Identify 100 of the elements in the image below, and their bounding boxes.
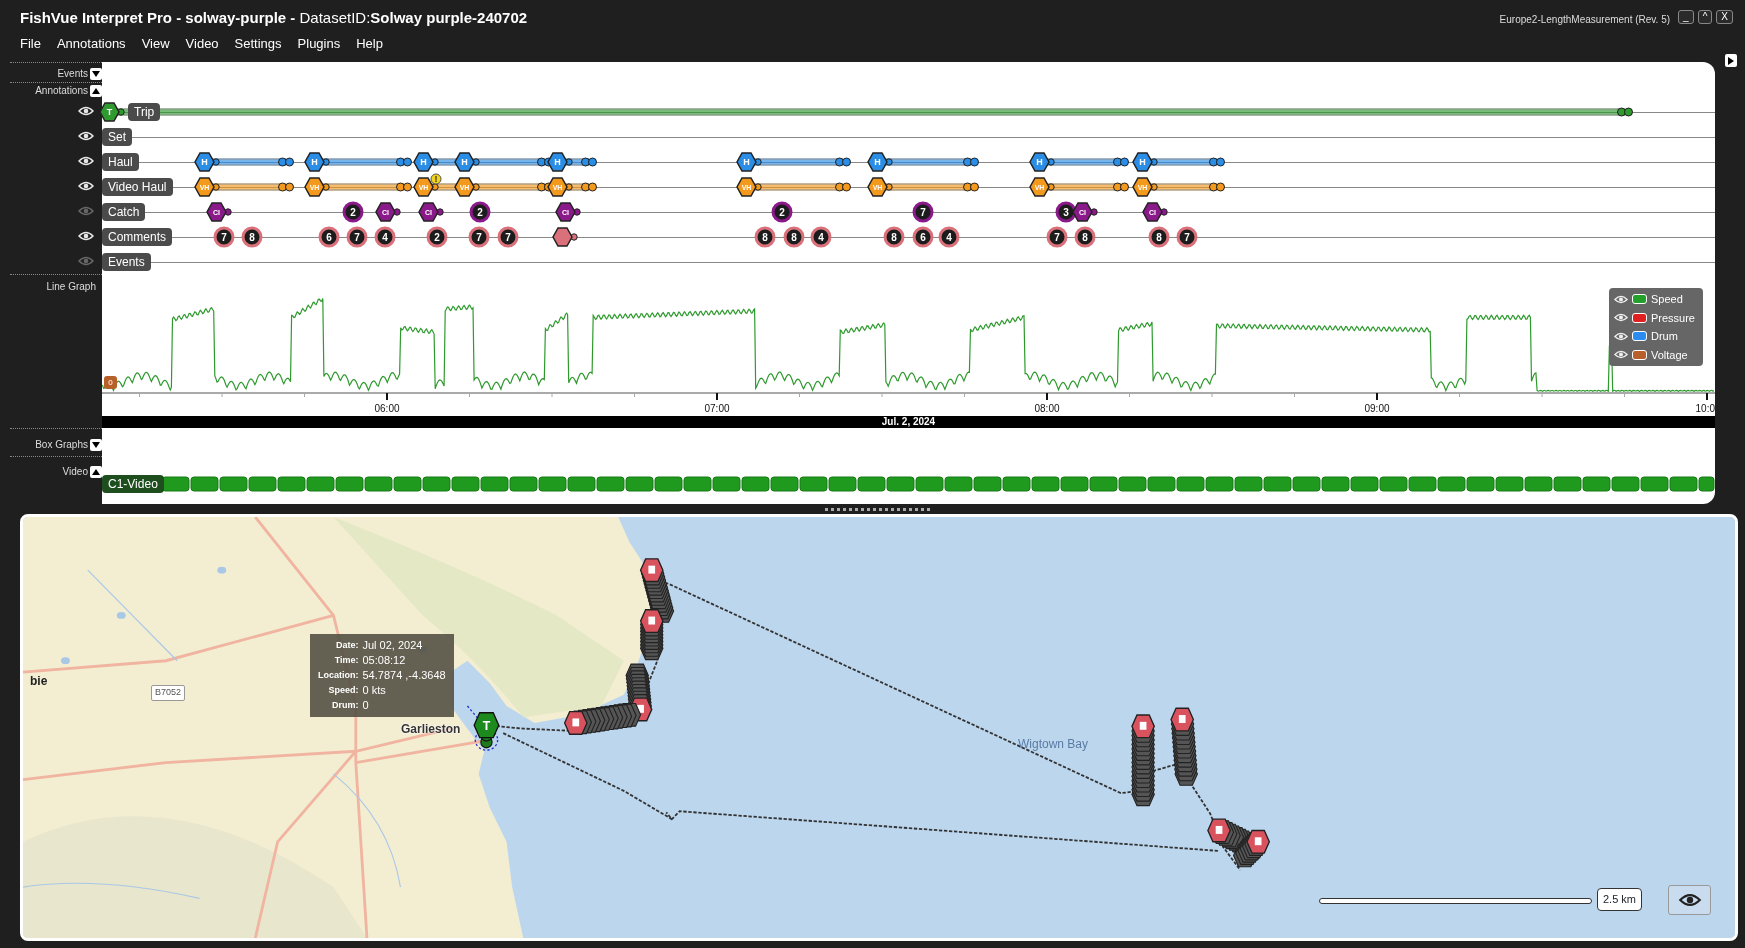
warning-badge[interactable]: ! <box>430 173 442 185</box>
end-marker-icon <box>580 156 598 167</box>
tooltip-value: Jul 02, 2024 <box>362 638 424 653</box>
place-label: bie <box>30 673 48 690</box>
toggle-button[interactable] <box>90 68 102 81</box>
count-badge[interactable]: 7 <box>497 226 519 247</box>
panel-toggle-button[interactable] <box>1725 54 1737 67</box>
axis-label: 07:00 <box>704 402 730 416</box>
tooltip-label: Location: <box>318 669 359 682</box>
haul-marker-stack[interactable] <box>639 609 664 661</box>
track-label[interactable]: Events <box>102 252 151 271</box>
count-badge[interactable]: 4 <box>938 226 960 247</box>
track-label[interactable]: Comments <box>102 227 172 246</box>
count-badge[interactable]: 7 <box>912 201 934 222</box>
menu-item[interactable]: Settings <box>226 33 290 53</box>
count-badge[interactable]: 7 <box>468 226 490 247</box>
count-badge[interactable]: 8 <box>241 226 263 247</box>
end-marker-icon <box>834 181 852 192</box>
tooltip-value: 0 kts <box>362 683 387 698</box>
menu-item[interactable]: Help <box>348 33 391 53</box>
visibility-button[interactable] <box>1668 885 1711 915</box>
count-badge[interactable]: 6 <box>318 226 340 247</box>
end-marker-icon <box>277 181 295 192</box>
count-badge[interactable]: 4 <box>374 226 396 247</box>
eye-icon <box>1677 893 1702 907</box>
count-badge[interactable]: 7 <box>213 226 235 247</box>
end-marker-icon <box>962 181 980 192</box>
count-badge[interactable]: 8 <box>1148 226 1170 247</box>
end-marker-icon <box>1112 181 1130 192</box>
count-badge[interactable]: 8 <box>783 226 805 247</box>
menu-item[interactable]: Video <box>177 33 227 53</box>
count-badge[interactable]: 8 <box>883 226 905 247</box>
end-marker-icon <box>1112 156 1130 167</box>
section-label: Box Graphs <box>35 438 88 452</box>
end-marker-icon <box>580 181 598 192</box>
tooltip-value: 05:08:12 <box>362 653 407 668</box>
haul-marker-stack[interactable] <box>1170 707 1198 786</box>
count-badge[interactable]: 7 <box>346 226 368 247</box>
haul-marker-stack[interactable] <box>1131 714 1155 807</box>
track-label[interactable]: Trip <box>128 102 161 121</box>
place-label: Wigtown Bay <box>1018 736 1089 753</box>
end-marker-icon <box>1616 106 1634 117</box>
count-badge[interactable]: 7 <box>1176 226 1198 247</box>
count-badge[interactable]: 2 <box>771 201 793 222</box>
menu-item[interactable]: Plugins <box>289 33 349 53</box>
haul-marker-stack[interactable] <box>1207 818 1271 868</box>
count-badge[interactable]: 2 <box>426 226 448 247</box>
haul-marker-stack[interactable] <box>563 702 642 735</box>
count-badge[interactable]: 6 <box>912 226 934 247</box>
tooltip-label: Drum: <box>331 699 359 712</box>
legend-label: Speed <box>1650 292 1683 307</box>
window-control-button[interactable]: X <box>1716 10 1733 24</box>
scale-label: 2.5 km <box>1597 888 1642 911</box>
section-label: Video <box>62 465 88 479</box>
window-control-button[interactable]: _ <box>1678 10 1694 24</box>
toggle-button[interactable] <box>90 439 102 452</box>
end-marker-icon <box>962 156 980 167</box>
profile-name: Europe2-LengthMeasurement (Rev. 5) <box>1499 13 1671 27</box>
splitter-handle[interactable] <box>825 508 930 511</box>
track-label[interactable]: Set <box>102 127 132 146</box>
section-label: Annotations <box>35 84 88 98</box>
track-label[interactable]: Haul <box>102 152 139 171</box>
end-marker-icon <box>395 156 413 167</box>
end-marker-icon <box>277 156 295 167</box>
section-label: Line Graph <box>46 280 96 294</box>
place-label: Garlieston <box>401 721 461 738</box>
value-marker[interactable]: 0 <box>104 376 117 389</box>
axis-label: 09:00 <box>1364 402 1390 416</box>
legend-label: Voltage <box>1650 347 1688 363</box>
menu-item[interactable]: Annotations <box>48 33 134 53</box>
tooltip-value: 0 <box>362 698 370 713</box>
section-label: Events <box>57 67 88 81</box>
tooltip-value: 54.7874 ,-4.3648 <box>362 668 446 683</box>
menu-item[interactable]: View <box>133 33 178 53</box>
legend-label: Drum <box>1650 329 1678 344</box>
end-marker-icon <box>1208 156 1226 167</box>
annotation-marker[interactable] <box>552 226 578 247</box>
axis-label: 06:00 <box>374 402 400 416</box>
tooltip-label: Date: <box>335 639 359 652</box>
count-badge[interactable]: 2 <box>342 201 364 222</box>
end-marker-icon <box>1208 181 1226 192</box>
count-badge[interactable]: 3 <box>1055 201 1077 222</box>
toggle-button[interactable] <box>90 85 102 98</box>
axis-label: 08:00 <box>1034 402 1060 416</box>
window-control-button[interactable]: ^ <box>1697 10 1713 24</box>
track-label[interactable]: C1-Video <box>102 475 164 493</box>
count-badge[interactable]: 8 <box>1074 226 1096 247</box>
count-badge[interactable]: 7 <box>1046 226 1068 247</box>
end-marker-icon <box>834 156 852 167</box>
end-marker-icon <box>395 181 413 192</box>
menu-item[interactable]: File <box>12 33 49 53</box>
axis-label: 10:0 <box>1695 402 1715 416</box>
count-badge[interactable]: 2 <box>469 201 491 222</box>
count-badge[interactable]: 8 <box>754 226 776 247</box>
track-label[interactable]: Catch <box>102 202 146 221</box>
road-label: B7052 <box>151 685 186 701</box>
legend-label: Pressure <box>1650 310 1695 326</box>
track-label[interactable]: Video Haul <box>102 177 173 196</box>
count-badge[interactable]: 4 <box>810 226 832 247</box>
toggle-button[interactable] <box>90 466 102 479</box>
